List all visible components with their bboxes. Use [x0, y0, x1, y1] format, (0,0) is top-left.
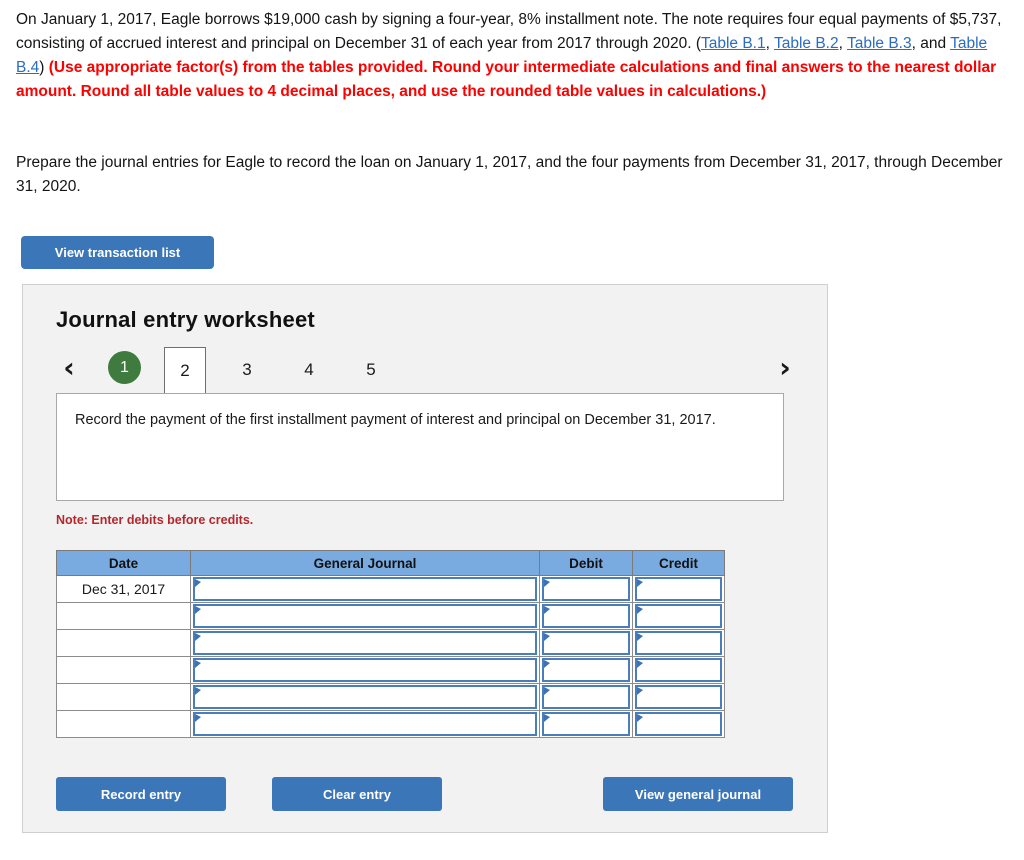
worksheet-tab-strip: ‹ 1 2 3 4 5 › — [56, 347, 798, 394]
cell-credit-row-3[interactable] — [632, 629, 725, 657]
worksheet-tab-4[interactable]: 4 — [288, 347, 330, 392]
cell-date-row-5[interactable] — [56, 683, 191, 711]
cell-credit-row-1[interactable] — [632, 575, 725, 603]
clear-entry-button[interactable]: Clear entry — [272, 777, 442, 811]
table-header-row: Date General Journal Debit Credit — [56, 550, 725, 576]
debits-before-credits-note: Note: Enter debits before credits. — [56, 513, 254, 527]
input-debit-3[interactable] — [542, 631, 630, 655]
cell-general-journal-row-2[interactable] — [190, 602, 540, 630]
table-row — [56, 683, 725, 711]
cell-debit-row-3[interactable] — [539, 629, 633, 657]
cell-debit-row-4[interactable] — [539, 656, 633, 684]
problem-statement: On January 1, 2017, Eagle borrows $19,00… — [16, 8, 1016, 104]
cell-general-journal-row-4[interactable] — [190, 656, 540, 684]
table-row — [56, 656, 725, 684]
cell-date-row-1[interactable]: Dec 31, 2017 — [56, 575, 191, 603]
input-debit-5[interactable] — [542, 685, 630, 709]
input-debit-6[interactable] — [542, 712, 630, 736]
journal-table-body: Dec 31, 2017 — [56, 575, 725, 738]
link-table-b1[interactable]: Table B.1 — [701, 35, 766, 52]
input-credit-1[interactable] — [635, 577, 722, 601]
separator-comma-1: , — [765, 35, 774, 52]
page-root: On January 1, 2017, Eagle borrows $19,00… — [0, 0, 1024, 860]
column-header-debit: Debit — [539, 550, 633, 576]
table-row: Dec 31, 2017 — [56, 575, 725, 603]
input-debit-2[interactable] — [542, 604, 630, 628]
input-general-journal-3[interactable] — [193, 631, 537, 655]
input-general-journal-6[interactable] — [193, 712, 537, 736]
chevron-right-icon[interactable]: › — [772, 351, 798, 385]
cell-general-journal-row-1[interactable] — [190, 575, 540, 603]
view-general-journal-button[interactable]: View general journal — [603, 777, 793, 811]
separator-and: , and — [911, 35, 951, 52]
cell-general-journal-row-5[interactable] — [190, 683, 540, 711]
cell-credit-row-6[interactable] — [632, 710, 725, 738]
input-general-journal-1[interactable] — [193, 577, 537, 601]
column-header-date: Date — [56, 550, 191, 576]
link-table-b3[interactable]: Table B.3 — [847, 35, 912, 52]
input-credit-2[interactable] — [635, 604, 722, 628]
problem-text-part2: ) — [39, 59, 49, 76]
input-debit-4[interactable] — [542, 658, 630, 682]
cell-credit-row-5[interactable] — [632, 683, 725, 711]
journal-entry-table: Date General Journal Debit Credit Dec 31… — [56, 550, 725, 738]
cell-debit-row-1[interactable] — [539, 575, 633, 603]
problem-requirement: Prepare the journal entries for Eagle to… — [16, 154, 1003, 195]
input-credit-3[interactable] — [635, 631, 722, 655]
column-header-general-journal: General Journal — [190, 550, 540, 576]
input-general-journal-5[interactable] — [193, 685, 537, 709]
cell-general-journal-row-3[interactable] — [190, 629, 540, 657]
table-row — [56, 602, 725, 630]
journal-entry-worksheet-panel: Journal entry worksheet ‹ 1 2 3 4 5 › Re… — [22, 284, 828, 833]
input-general-journal-2[interactable] — [193, 604, 537, 628]
cell-debit-row-6[interactable] — [539, 710, 633, 738]
worksheet-tab-2[interactable]: 2 — [164, 347, 206, 394]
worksheet-tab-3[interactable]: 3 — [226, 347, 268, 392]
input-credit-4[interactable] — [635, 658, 722, 682]
input-credit-6[interactable] — [635, 712, 722, 736]
input-debit-1[interactable] — [542, 577, 630, 601]
cell-date-row-6[interactable] — [56, 710, 191, 738]
cell-date-row-4[interactable] — [56, 656, 191, 684]
cell-date-row-2[interactable] — [56, 602, 191, 630]
cell-general-journal-row-6[interactable] — [190, 710, 540, 738]
worksheet-instruction-box: Record the payment of the first installm… — [56, 393, 784, 501]
input-general-journal-4[interactable] — [193, 658, 537, 682]
worksheet-tab-1[interactable]: 1 — [108, 351, 141, 384]
column-header-credit: Credit — [632, 550, 725, 576]
cell-date-row-3[interactable] — [56, 629, 191, 657]
link-table-b2[interactable]: Table B.2 — [774, 35, 839, 52]
cell-credit-row-4[interactable] — [632, 656, 725, 684]
cell-debit-row-2[interactable] — [539, 602, 633, 630]
cell-credit-row-2[interactable] — [632, 602, 725, 630]
cell-debit-row-5[interactable] — [539, 683, 633, 711]
table-row — [56, 629, 725, 657]
worksheet-title: Journal entry worksheet — [56, 307, 315, 332]
view-transaction-list-button[interactable]: View transaction list — [21, 236, 214, 269]
problem-text-instructions: (Use appropriate factor(s) from the tabl… — [16, 59, 997, 100]
worksheet-tab-5[interactable]: 5 — [350, 347, 392, 392]
chevron-left-icon[interactable]: ‹ — [56, 351, 82, 385]
separator-comma-2: , — [838, 35, 847, 52]
table-row — [56, 710, 725, 738]
input-credit-5[interactable] — [635, 685, 722, 709]
record-entry-button[interactable]: Record entry — [56, 777, 226, 811]
